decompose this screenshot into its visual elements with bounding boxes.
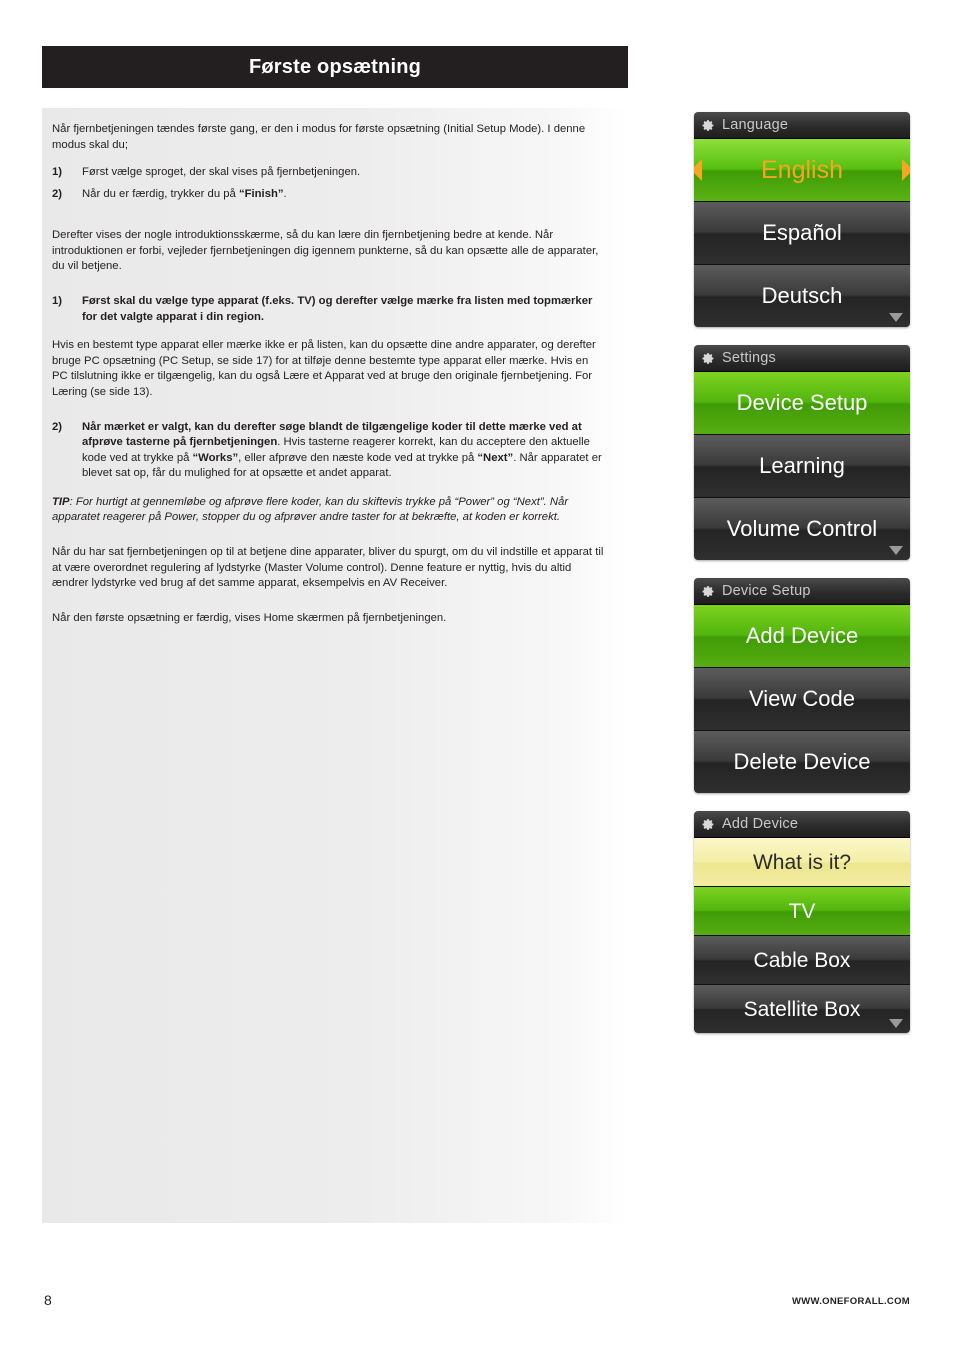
menu-item-label: Add Device [745,623,859,648]
list-item-number: 2) [52,420,63,433]
screen-header: Settings [694,345,910,372]
scroll-down-icon[interactable] [889,313,903,322]
menu-item-deutsch[interactable]: Deutsch [694,265,910,327]
gear-icon [702,585,714,597]
tip-label: TIP [52,495,70,508]
menu-item-label: Español [762,220,842,245]
tip-text: : For hurtigt at gennemløbe og afprøve f… [52,495,569,524]
list-item-text: Først skal du vælge type apparat (f.eks.… [82,295,593,323]
gear-icon [702,119,714,131]
menu-item-view-code[interactable]: View Code [694,668,910,731]
menu-item-learning[interactable]: Learning [694,435,910,498]
paragraph-4: Når du har sat fjernbetjeningen op til a… [52,545,604,590]
list-item-text: Når mærket er valgt, kan du derefter søg… [82,420,604,482]
screen-title: Device Setup [722,583,811,599]
screen-header: Add Device [694,811,910,838]
menu-item-device-setup[interactable]: Device Setup [694,372,910,435]
screen-add-device: Add Device What is it? TV Cable Box Sate… [694,811,910,1033]
step2-rest-2: , eller afprøve den næste kode ved at tr… [238,451,478,464]
text-after: . [283,187,287,200]
menu-item-english[interactable]: English [694,139,910,202]
page-title-bar: Første opsætning [42,46,628,88]
paragraph-2: Derefter vises der nogle introduktionssk… [52,229,599,273]
menu-item-label: View Code [749,686,855,711]
menu-item-satellite-box[interactable]: Satellite Box [694,985,910,1033]
menu-item-label: Delete Device [733,749,871,774]
screen-title: Add Device [722,816,799,832]
list-item: 1) Først vælge sproget, der skal vises p… [52,165,604,181]
list-item: 2) Når du er færdig, trykker du på “Fini… [52,187,604,203]
screen-header: Language [694,112,910,139]
list-item-bold-2: 2) Når mærket er valgt, kan du derefter … [52,420,604,482]
footer-url: WWW.ONEFORALL.COM [791,1296,910,1307]
tip-paragraph: TIP: For hurtigt at gennemløbe og afprøv… [52,495,604,526]
text-before: Når du er færdig, trykker du på [82,187,239,200]
screen-settings: Settings Device Setup Learning Volume Co… [694,345,910,560]
steps-list-1: 1) Først vælge sproget, der skal vises p… [52,165,604,202]
screen-header: Device Setup [694,578,910,605]
remote-screen-mockups: Language English Español Deutsch Setting… [694,112,912,1051]
menu-item-cable-box[interactable]: Cable Box [694,936,910,985]
menu-item-volume-control[interactable]: Volume Control [694,498,910,560]
page-number: 8 [44,1292,52,1308]
gear-icon [702,352,714,364]
list-item-number: 1) [52,295,63,308]
list-item-text: Når du er færdig, trykker du på “Finish”… [82,187,604,203]
menu-item-label: Satellite Box [743,997,861,1021]
finish-button-name: “Finish” [238,187,284,200]
screen-title: Language [722,117,789,133]
menu-item-what-is-it[interactable]: What is it? [694,838,910,887]
scroll-down-icon[interactable] [889,546,903,555]
screen-device-setup: Device Setup Add Device View Code Delete… [694,578,910,793]
menu-item-label: What is it? [752,850,852,874]
next-button-name: “Next” [477,451,514,464]
screen-language: Language English Español Deutsch [694,112,910,327]
screen-title: Settings [722,350,776,366]
arrow-left-icon [694,159,702,181]
works-button-name: “Works” [192,451,239,464]
menu-item-add-device[interactable]: Add Device [694,605,910,668]
scroll-down-icon[interactable] [889,1019,903,1028]
gear-icon [702,818,714,830]
intro-paragraph: Når fjernbetjeningen tændes første gang,… [52,123,586,151]
menu-item-label: Volume Control [726,516,878,541]
menu-item-label: English [761,155,843,184]
list-item-number: 1) [52,166,63,179]
paragraph-5: Når den første opsætning er færdig, vise… [52,611,447,624]
menu-item-label: Device Setup [736,390,868,415]
menu-item-tv[interactable]: TV [694,887,910,936]
list-item-text: Først vælge sproget, der skal vises på f… [82,166,361,179]
menu-item-espanol[interactable]: Español [694,202,910,265]
menu-item-delete-device[interactable]: Delete Device [694,731,910,793]
page-title: Første opsætning [248,55,422,78]
menu-item-label: Learning [759,453,845,478]
menu-item-label: Deutsch [761,283,843,308]
menu-item-label: TV [788,899,816,923]
arrow-right-icon [902,159,910,181]
menu-item-label: Cable Box [753,948,851,972]
paragraph-3: Hvis en bestemt type apparat eller mærke… [52,339,596,398]
list-item-bold-1: 1) Først skal du vælge type apparat (f.e… [52,294,604,325]
list-item-number: 2) [52,187,63,200]
article-body: Når fjernbetjeningen tændes første gang,… [42,108,628,1223]
